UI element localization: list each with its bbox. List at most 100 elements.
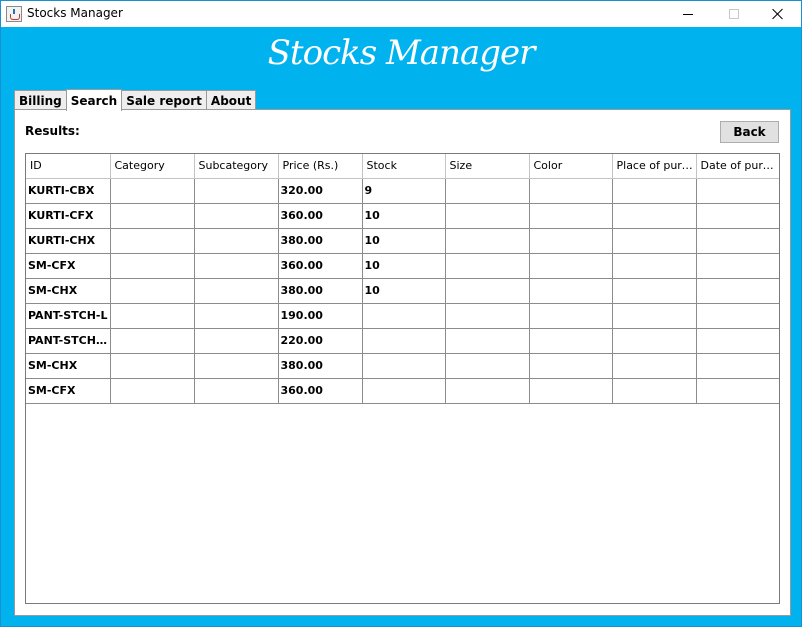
table-cell[interactable]: 380.00 bbox=[277, 352, 363, 379]
table-row[interactable]: KURTI-CFX 360.00 10 bbox=[26, 202, 779, 229]
table-cell[interactable] bbox=[361, 352, 446, 379]
table-cell[interactable] bbox=[193, 327, 279, 354]
table-cell[interactable] bbox=[361, 327, 446, 354]
table-cell[interactable] bbox=[528, 327, 613, 354]
table-cell[interactable] bbox=[109, 377, 195, 404]
table-cell[interactable]: 360.00 bbox=[277, 202, 363, 229]
table-cell[interactable]: 190.00 bbox=[277, 302, 363, 329]
table-cell[interactable] bbox=[528, 352, 613, 379]
table-cell[interactable]: SM-CFX bbox=[26, 377, 111, 404]
table-cell[interactable] bbox=[444, 227, 530, 254]
table-cell[interactable] bbox=[695, 202, 779, 229]
tab-search[interactable]: Search bbox=[65, 89, 123, 111]
table-cell[interactable] bbox=[611, 202, 697, 229]
table-row[interactable]: KURTI-CBX 320.00 9 bbox=[26, 177, 779, 204]
table-cell[interactable]: 10 bbox=[361, 202, 446, 229]
table-cell[interactable] bbox=[528, 227, 613, 254]
table-cell[interactable] bbox=[695, 327, 779, 354]
table-cell[interactable] bbox=[109, 202, 195, 229]
table-cell[interactable]: SM-CHX bbox=[26, 352, 111, 379]
table-cell[interactable] bbox=[528, 177, 613, 204]
table-cell[interactable] bbox=[193, 277, 279, 304]
table-cell[interactable] bbox=[109, 327, 195, 354]
table-cell[interactable] bbox=[444, 352, 530, 379]
table-cell[interactable]: PANT-STCH-L bbox=[26, 302, 111, 329]
table-row[interactable]: KURTI-CHX 380.00 10 bbox=[26, 227, 779, 254]
table-cell[interactable] bbox=[444, 252, 530, 279]
table-cell[interactable] bbox=[611, 177, 697, 204]
table-cell[interactable] bbox=[109, 252, 195, 279]
minimize-button[interactable] bbox=[665, 1, 711, 27]
tab-billing[interactable]: Billing bbox=[14, 90, 67, 110]
table-row[interactable]: PANT-STCH-L 190.00 bbox=[26, 302, 779, 329]
table-cell[interactable]: 380.00 bbox=[277, 277, 363, 304]
table-cell[interactable]: KURTI-CFX bbox=[26, 202, 111, 229]
table-cell[interactable] bbox=[444, 302, 530, 329]
tab-sale-report[interactable]: Sale report bbox=[121, 90, 207, 110]
column-header[interactable]: Size bbox=[445, 154, 530, 179]
table-cell[interactable]: 10 bbox=[361, 252, 446, 279]
table-cell[interactable] bbox=[444, 377, 530, 404]
results-table-container[interactable]: ID Category Subcategory Price (Rs.) Stock Siz… bbox=[25, 153, 780, 604]
tab-about[interactable]: About bbox=[205, 90, 257, 110]
table-cell[interactable]: 360.00 bbox=[277, 377, 363, 404]
table-cell[interactable] bbox=[695, 177, 779, 204]
table-cell[interactable]: 10 bbox=[361, 227, 446, 254]
column-header[interactable]: Color bbox=[529, 154, 613, 179]
table-cell[interactable] bbox=[528, 202, 613, 229]
table-row[interactable]: SM-CHX 380.00 bbox=[26, 352, 779, 379]
table-cell[interactable] bbox=[611, 352, 697, 379]
table-cell[interactable]: KURTI-CBX bbox=[26, 177, 111, 204]
table-cell[interactable] bbox=[528, 277, 613, 304]
table-cell[interactable] bbox=[444, 177, 530, 204]
table-row[interactable]: SM-CFX 360.00 bbox=[26, 377, 779, 404]
table-cell[interactable] bbox=[193, 352, 279, 379]
table-row[interactable]: PANT-STCH-... 220.00 bbox=[26, 327, 779, 354]
table-cell[interactable] bbox=[444, 277, 530, 304]
table-cell[interactable] bbox=[695, 302, 779, 329]
table-cell[interactable] bbox=[695, 227, 779, 254]
table-cell[interactable] bbox=[109, 302, 195, 329]
column-header[interactable]: Stock bbox=[362, 154, 446, 179]
table-row[interactable]: SM-CHX 380.00 10 bbox=[26, 277, 779, 304]
column-header[interactable]: Date of purc... bbox=[696, 154, 779, 179]
table-cell[interactable] bbox=[109, 352, 195, 379]
table-cell[interactable]: 10 bbox=[361, 277, 446, 304]
table-cell[interactable] bbox=[611, 302, 697, 329]
table-cell[interactable] bbox=[361, 302, 446, 329]
column-header[interactable]: Price (Rs.) bbox=[278, 154, 363, 179]
table-cell[interactable] bbox=[193, 302, 279, 329]
column-header[interactable]: Category bbox=[110, 154, 195, 179]
table-cell[interactable] bbox=[193, 202, 279, 229]
table-cell[interactable] bbox=[695, 352, 779, 379]
table-cell[interactable] bbox=[695, 377, 779, 404]
table-cell[interactable]: SM-CFX bbox=[26, 252, 111, 279]
table-cell[interactable] bbox=[611, 227, 697, 254]
table-cell[interactable] bbox=[528, 302, 613, 329]
table-cell[interactable] bbox=[193, 377, 279, 404]
table-cell[interactable] bbox=[611, 377, 697, 404]
table-cell[interactable]: 220.00 bbox=[277, 327, 363, 354]
table-cell[interactable]: PANT-STCH-... bbox=[26, 327, 111, 354]
table-cell[interactable]: 320.00 bbox=[277, 177, 363, 204]
column-header[interactable]: Subcategory bbox=[194, 154, 279, 179]
table-cell[interactable]: 9 bbox=[361, 177, 446, 204]
table-cell[interactable] bbox=[611, 327, 697, 354]
table-cell[interactable]: 360.00 bbox=[277, 252, 363, 279]
table-cell[interactable] bbox=[528, 377, 613, 404]
close-button[interactable] bbox=[755, 1, 801, 27]
table-cell[interactable] bbox=[109, 227, 195, 254]
table-cell[interactable] bbox=[109, 277, 195, 304]
table-row[interactable]: SM-CFX 360.00 10 bbox=[26, 252, 779, 279]
column-header[interactable]: Place of purc... bbox=[612, 154, 697, 179]
table-cell[interactable] bbox=[611, 277, 697, 304]
table-cell[interactable] bbox=[695, 277, 779, 304]
table-cell[interactable] bbox=[528, 252, 613, 279]
table-cell[interactable]: 380.00 bbox=[277, 227, 363, 254]
table-cell[interactable] bbox=[193, 177, 279, 204]
table-cell[interactable] bbox=[193, 227, 279, 254]
table-cell[interactable] bbox=[444, 202, 530, 229]
table-cell[interactable] bbox=[695, 252, 779, 279]
table-cell[interactable] bbox=[611, 252, 697, 279]
table-cell[interactable] bbox=[444, 327, 530, 354]
